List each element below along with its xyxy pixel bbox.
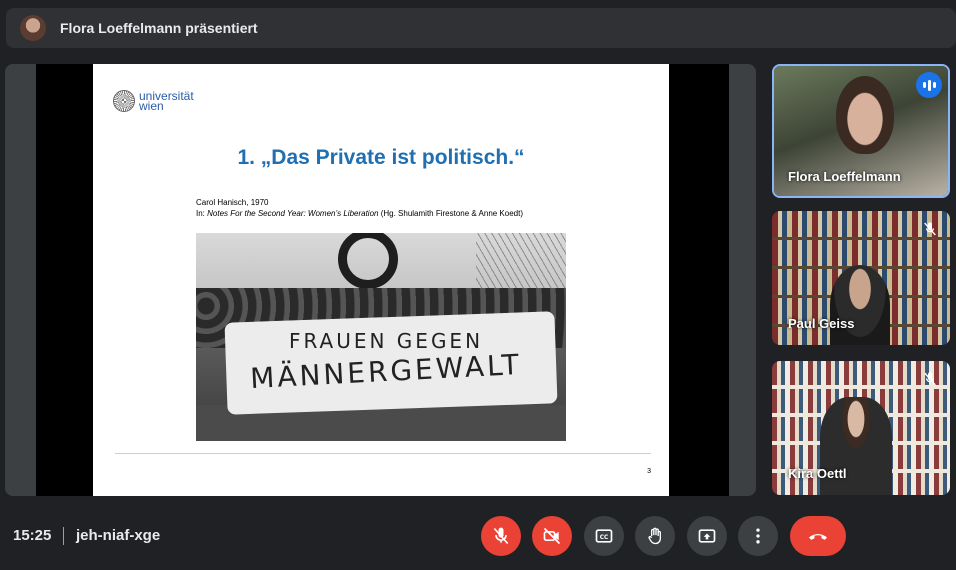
slide-title: 1. „Das Private ist politisch.“ xyxy=(237,146,525,169)
footer-divider xyxy=(63,527,64,545)
participant-name: Kira Oettl xyxy=(788,466,847,481)
university-logo: universität wien xyxy=(113,90,194,112)
mic-off-icon xyxy=(493,527,509,545)
toggle-camera-button[interactable] xyxy=(532,516,572,556)
raise-hand-button[interactable] xyxy=(635,516,675,556)
speaking-indicator-icon xyxy=(916,72,942,98)
meeting-clock: 15:25 xyxy=(13,527,52,544)
slide-divider xyxy=(115,453,651,454)
presentation-slide: universität wien 1. „Das Private ist pol… xyxy=(93,64,669,496)
end-call-button[interactable] xyxy=(790,516,846,556)
captions-icon: CC xyxy=(595,529,613,543)
participant-video xyxy=(830,265,890,345)
citation-prefix: In: xyxy=(196,209,208,218)
participant-video xyxy=(836,76,894,154)
presenter-bar: Flora Loeffelmann präsentiert xyxy=(6,8,956,48)
presenter-title: Flora Loeffelmann präsentiert xyxy=(60,20,258,36)
participant-name: Paul Geiss xyxy=(788,316,855,331)
presenter-avatar xyxy=(20,15,46,41)
university-seal-icon xyxy=(113,90,135,112)
captions-button[interactable]: CC xyxy=(584,516,624,556)
citation-editors: (Hg. Shulamith Firestone & Anne Koedt) xyxy=(378,209,524,218)
toggle-mic-button[interactable] xyxy=(481,516,521,556)
more-options-button[interactable] xyxy=(738,516,778,556)
slide-page-number: 3 xyxy=(647,468,651,475)
more-options-icon xyxy=(756,528,760,544)
slide-citation: Carol Hanisch, 1970 In: Notes For the Se… xyxy=(196,197,523,219)
citation-title: Notes For the Second Year: Women’s Liber… xyxy=(207,209,379,218)
svg-text:CC: CC xyxy=(600,535,609,541)
participant-tile-paul[interactable]: Paul Geiss xyxy=(772,211,950,345)
meeting-code[interactable]: jeh-niaf-xge xyxy=(76,527,160,544)
citation-author: Carol Hanisch, 1970 xyxy=(196,198,269,207)
participant-tile-flora[interactable]: Flora Loeffelmann xyxy=(772,64,950,198)
women-symbol-sign xyxy=(338,233,398,289)
raise-hand-icon xyxy=(648,527,661,545)
end-call-icon xyxy=(809,534,827,540)
mic-muted-icon xyxy=(924,372,936,386)
participant-tile-kira[interactable]: Kira Oettl xyxy=(772,361,950,495)
present-now-button[interactable] xyxy=(687,516,727,556)
mic-muted-icon xyxy=(924,222,936,236)
presentation-stage: universität wien 1. „Das Private ist pol… xyxy=(5,64,756,496)
protest-photo: FRAUEN GEGEN MÄNNERGEWALT xyxy=(196,233,566,441)
participant-name: Flora Loeffelmann xyxy=(788,169,901,184)
camera-off-icon xyxy=(543,527,561,545)
present-icon xyxy=(698,529,716,543)
